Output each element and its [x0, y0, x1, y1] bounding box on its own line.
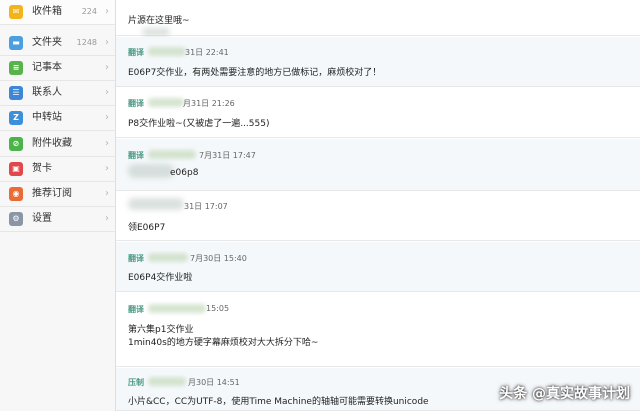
- unread-count: 224: [81, 7, 97, 16]
- contacts-icon: ☰: [9, 86, 23, 100]
- redaction: [148, 304, 206, 313]
- message-preview: E06P7交作业，有两处需要注意的地方已做标记，麻烦校对了！: [128, 68, 382, 78]
- sidebar-item-settings[interactable]: ⚙ 设置 ›: [0, 207, 115, 232]
- redaction: [148, 47, 186, 56]
- message-sender: 翻译: [128, 48, 144, 57]
- folder-count: 1248: [76, 38, 97, 47]
- message-preview: 小片&CC，CC为UTF-8，使用Time Machine的轴轴可能需要转换un…: [128, 397, 429, 407]
- redaction: [142, 28, 170, 36]
- sidebar-item-label: 中转站: [32, 112, 62, 123]
- message-preview: E06P4交作业啦: [128, 273, 193, 283]
- redaction: [128, 164, 174, 178]
- chevron-right-icon: ›: [105, 138, 109, 149]
- sidebar-item-folders[interactable]: ▬ 文件夹 1248 ›: [0, 31, 115, 56]
- redaction: [128, 198, 184, 210]
- sidebar-item-label: 附件收藏: [32, 138, 72, 149]
- redaction: [148, 98, 184, 107]
- transfer-icon: Z: [9, 111, 23, 125]
- sidebar-item-notepad[interactable]: ≡ 记事本 ›: [0, 56, 115, 81]
- sidebar-item-label: 推荐订阅: [32, 188, 72, 199]
- redaction: [148, 253, 188, 262]
- message-preview-line: 1min40s的地方硬字幕麻烦校对大大拆分下哈~: [128, 338, 319, 348]
- sidebar: ✉ 收件箱 224 › ▬ 文件夹 1248 › ≡ 记事本 › ☰ 联系人 ›…: [0, 0, 116, 411]
- message-sender: 翻译: [128, 99, 144, 108]
- chevron-right-icon: ›: [105, 87, 109, 98]
- sidebar-item-label: 文件夹: [32, 37, 62, 48]
- sidebar-item-label: 收件箱: [32, 6, 62, 17]
- message-item[interactable]: 翻译 7月31日 17:47 e06p8: [116, 139, 640, 191]
- message-date: 31日 17:07: [184, 202, 228, 211]
- sidebar-item-label: 设置: [32, 213, 52, 224]
- message-item[interactable]: 31日 17:07 领E06P7: [116, 192, 640, 241]
- sidebar-item-label: 联系人: [32, 87, 62, 98]
- message-sender: 压制: [128, 378, 144, 387]
- message-sender: 翻译: [128, 151, 144, 160]
- envelope-icon: ✉: [9, 5, 23, 19]
- message-item[interactable]: 翻译 31日 22:41 E06P7交作业，有两处需要注意的地方已做标记，麻烦校…: [116, 37, 640, 87]
- sidebar-item-contacts[interactable]: ☰ 联系人 ›: [0, 81, 115, 106]
- message-preview: 片源在这里哦~: [128, 16, 190, 26]
- message-date: 7月31日 17:47: [199, 151, 256, 160]
- gear-icon: ⚙: [9, 212, 23, 226]
- attachment-icon: ⊘: [9, 137, 23, 151]
- sidebar-item-subscriptions[interactable]: ◉ 推荐订阅 ›: [0, 182, 115, 207]
- redaction: [148, 150, 196, 159]
- chevron-right-icon: ›: [105, 163, 109, 174]
- message-sender: 翻译: [128, 305, 144, 314]
- card-icon: ▣: [9, 162, 23, 176]
- sidebar-item-transfer[interactable]: Z 中转站 ›: [0, 106, 115, 131]
- message-date: 月30日 14:51: [188, 378, 240, 387]
- message-date: 31日 22:41: [185, 48, 229, 57]
- sidebar-item-inbox[interactable]: ✉ 收件箱 224 ›: [0, 0, 115, 25]
- message-date: 7月30日 15:40: [190, 254, 247, 263]
- message-preview: e06p8: [170, 168, 199, 178]
- notepad-icon: ≡: [9, 61, 23, 75]
- message-preview: 领E06P7: [128, 223, 166, 233]
- message-list: 片源在这里哦~ 翻译 31日 22:41 E06P7交作业，有两处需要注意的地方…: [116, 0, 640, 411]
- sidebar-item-attachments[interactable]: ⊘ 附件收藏 ›: [0, 132, 115, 157]
- chevron-right-icon: ›: [105, 213, 109, 224]
- folder-icon: ▬: [9, 36, 23, 50]
- chevron-right-icon: ›: [105, 6, 109, 17]
- sidebar-item-label: 贺卡: [32, 163, 52, 174]
- message-date: 15:05: [206, 304, 230, 313]
- redaction: [148, 377, 186, 386]
- watermark: 头条 @真实故事计划: [499, 386, 630, 402]
- message-item[interactable]: 翻译 7月30日 15:40 E06P4交作业啦: [116, 242, 640, 292]
- message-item[interactable]: 片源在这里哦~: [116, 0, 640, 36]
- message-date: 月31日 21:26: [183, 99, 235, 108]
- message-item[interactable]: 翻译 月31日 21:26 P8交作业啦~(又被虐了一遍...555): [116, 88, 640, 138]
- sidebar-item-cards[interactable]: ▣ 贺卡 ›: [0, 157, 115, 182]
- chevron-right-icon: ›: [105, 112, 109, 123]
- chevron-right-icon: ›: [105, 188, 109, 199]
- sidebar-item-label: 记事本: [32, 62, 62, 73]
- chevron-right-icon: ›: [105, 62, 109, 73]
- message-item[interactable]: 翻译 15:05 第六集p1交作业 1min40s的地方硬字幕麻烦校对大大拆分下…: [116, 293, 640, 367]
- message-preview: P8交作业啦~(又被虐了一遍...555): [128, 119, 270, 129]
- subscribe-icon: ◉: [9, 187, 23, 201]
- chevron-right-icon: ›: [105, 37, 109, 48]
- message-preview-line: 第六集p1交作业: [128, 325, 194, 335]
- message-sender: 翻译: [128, 254, 144, 263]
